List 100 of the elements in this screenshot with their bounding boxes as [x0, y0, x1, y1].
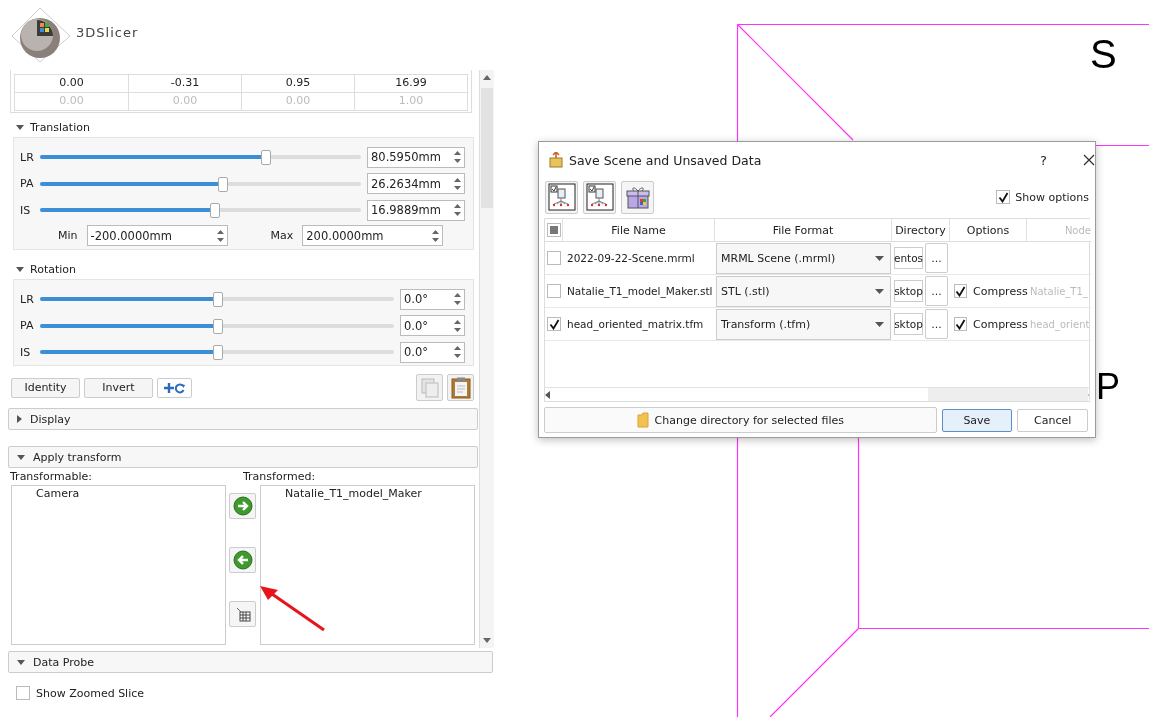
slider-handle[interactable] — [213, 345, 223, 361]
orientation-label: S — [1090, 32, 1117, 76]
logo-icon — [10, 6, 72, 64]
list-item[interactable]: Natalie_T1_model_Maker — [285, 487, 474, 500]
spin-box[interactable]: 200.0000mm — [302, 225, 444, 246]
push-button[interactable]: Identity — [11, 377, 80, 398]
list-item[interactable]: Camera — [36, 487, 225, 500]
scrollbar[interactable] — [545, 387, 1089, 401]
spin-box[interactable]: 0.0° — [400, 315, 465, 337]
browse-button[interactable]: ... — [925, 276, 948, 306]
spin-box[interactable]: -200.0000mm — [86, 225, 228, 246]
checkmark-icon — [548, 318, 560, 330]
paste-button[interactable] — [447, 374, 474, 401]
checkbox[interactable] — [996, 190, 1011, 204]
scrollbar-thumb[interactable] — [481, 88, 493, 208]
section-header[interactable]: Apply transform — [8, 446, 478, 468]
change-directory-button[interactable]: Change directory for selected files — [544, 407, 937, 433]
column-header[interactable]: Options — [950, 219, 1027, 242]
slider-label: IS — [20, 345, 32, 359]
table-button[interactable] — [229, 601, 256, 627]
table-cell: head_orient — [1027, 308, 1091, 341]
collapse-arrow-icon[interactable] — [17, 659, 25, 665]
slider[interactable] — [40, 203, 361, 218]
cancel-button[interactable]: Cancel — [1017, 408, 1088, 432]
browse-button[interactable]: ... — [925, 243, 948, 273]
directory-field[interactable]: sktop — [894, 313, 923, 335]
close-icon[interactable] — [1083, 154, 1095, 166]
section-title[interactable]: Display — [30, 412, 71, 426]
format-dropdown[interactable]: MRML Scene (.mrml) — [716, 242, 891, 274]
scroll-up-icon[interactable] — [483, 75, 491, 80]
spin-arrows-icon[interactable] — [453, 345, 462, 360]
column-header[interactable]: File Name — [563, 219, 715, 242]
section-title[interactable]: Apply transform — [33, 450, 122, 464]
slider[interactable] — [40, 292, 394, 307]
app-name: 3DSlicer — [76, 24, 139, 40]
transform-button[interactable] — [157, 377, 192, 398]
toolbar-button[interactable] — [583, 180, 616, 214]
field-label: Min — [58, 229, 78, 242]
directory-field[interactable]: entos — [894, 247, 923, 269]
spin-box[interactable]: 26.2634mm — [367, 173, 465, 195]
section-header[interactable]: Data Probe — [8, 651, 493, 673]
format-dropdown[interactable]: Transform (.tfm) — [716, 308, 891, 340]
slider[interactable] — [40, 150, 361, 165]
checkbox[interactable] — [547, 251, 561, 265]
spin-arrows-icon[interactable] — [215, 228, 225, 243]
spin-arrows-icon[interactable] — [453, 150, 462, 165]
move-button[interactable] — [229, 547, 256, 573]
checkbox[interactable] — [954, 317, 967, 331]
checkbox[interactable] — [547, 317, 561, 331]
move-button[interactable] — [229, 493, 256, 519]
scroll-left-icon[interactable] — [545, 390, 550, 399]
slider[interactable] — [40, 345, 394, 360]
matrix-cell[interactable]: 0.00 — [15, 75, 128, 92]
checkbox[interactable] — [547, 284, 561, 298]
spin-box[interactable]: 80.5950mm — [367, 146, 465, 168]
toolbar-button[interactable] — [621, 180, 654, 214]
slider-handle[interactable] — [213, 292, 223, 308]
node-list[interactable]: Camera — [11, 485, 226, 645]
slider[interactable] — [40, 318, 394, 333]
column-header[interactable]: File Format — [715, 219, 892, 242]
spin-box[interactable]: 0.0° — [400, 341, 465, 363]
slider-handle[interactable] — [209, 203, 220, 219]
directory-field[interactable]: sktop — [894, 280, 923, 302]
section-header[interactable]: Display — [8, 408, 478, 430]
push-button[interactable]: Invert — [84, 377, 153, 398]
spin-box[interactable]: 16.9889mm — [367, 199, 465, 221]
browse-button[interactable]: ... — [925, 309, 948, 339]
matrix-cell[interactable]: -0.31 — [128, 75, 241, 92]
spin-arrows-icon[interactable] — [453, 292, 462, 307]
spin-arrows-icon[interactable] — [431, 228, 441, 243]
slider[interactable] — [40, 176, 361, 191]
spin-arrows-icon[interactable] — [453, 318, 462, 333]
scroll-down-icon[interactable] — [483, 638, 491, 643]
spin-box[interactable]: 0.0° — [400, 288, 465, 310]
copy-icon — [420, 377, 439, 398]
node-list[interactable]: Natalie_T1_model_Maker — [260, 485, 475, 645]
help-button[interactable]: ? — [1040, 152, 1047, 168]
slider-handle[interactable] — [213, 318, 223, 334]
spin-arrows-icon[interactable] — [453, 203, 462, 218]
column-header[interactable]: Directory — [892, 219, 950, 242]
slider-handle[interactable] — [260, 150, 271, 166]
collapse-arrow-icon[interactable] — [17, 454, 25, 460]
checkbox[interactable] — [16, 686, 30, 700]
select-all-checkbox[interactable] — [546, 223, 561, 237]
collapse-arrow-icon[interactable] — [16, 267, 24, 272]
collapse-arrow-icon[interactable] — [16, 125, 24, 130]
save-button[interactable]: Save — [941, 408, 1013, 432]
format-dropdown[interactable]: STL (.stl) — [716, 275, 891, 307]
toolbar-button[interactable] — [545, 180, 578, 214]
spin-arrows-icon[interactable] — [453, 176, 462, 191]
slider-handle[interactable] — [217, 176, 228, 192]
scrollbar[interactable] — [479, 70, 494, 648]
section-title[interactable]: Rotation — [30, 263, 76, 276]
expand-arrow-icon[interactable] — [17, 415, 22, 423]
checkbox[interactable] — [954, 284, 967, 298]
matrix-cell[interactable]: 0.95 — [241, 75, 354, 92]
scrollbar-thumb[interactable] — [928, 388, 1088, 401]
section-title[interactable]: Translation — [30, 121, 90, 134]
matrix-cell[interactable]: 16.99 — [354, 75, 467, 92]
section-title[interactable]: Data Probe — [33, 655, 94, 669]
